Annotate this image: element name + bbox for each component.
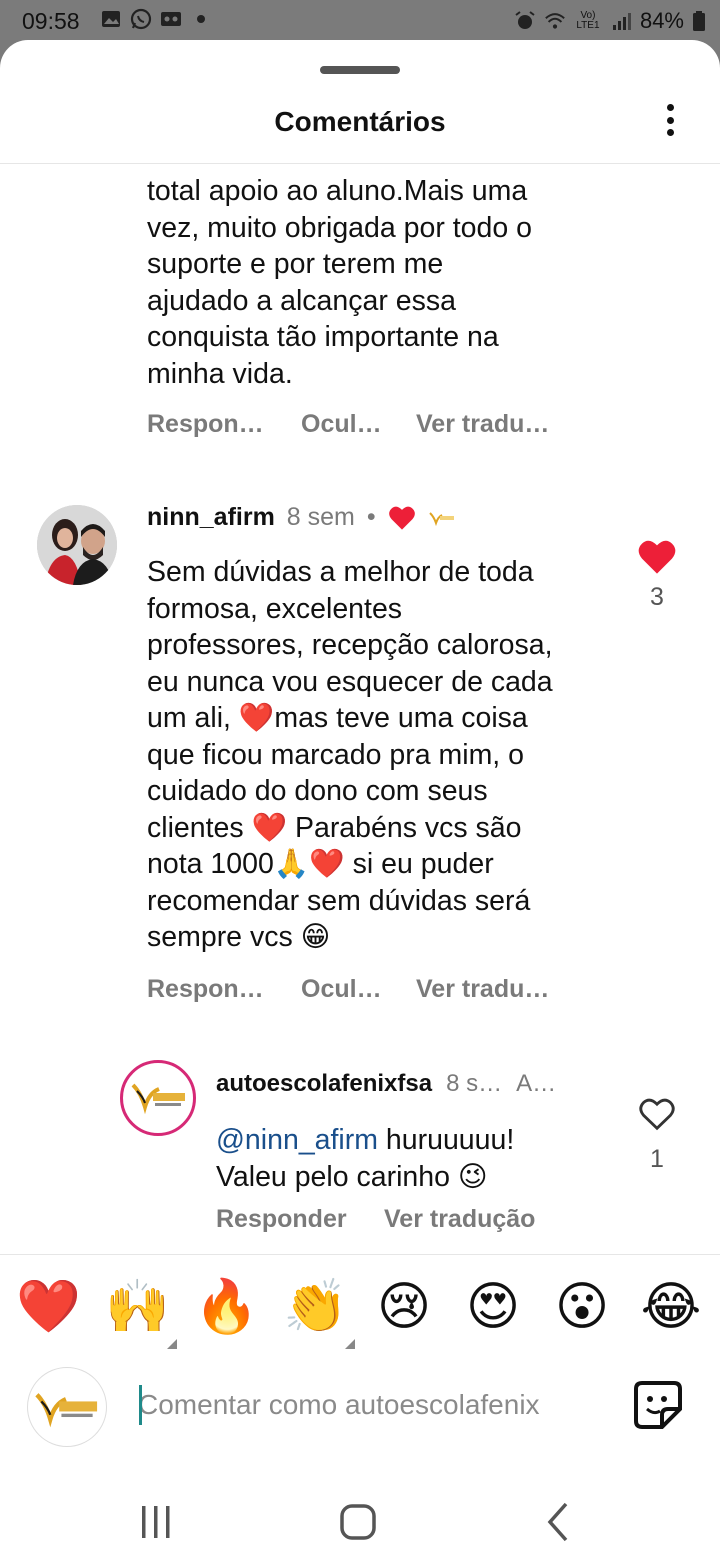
network-label: Vo) LTE1: [576, 10, 600, 31]
wifi-icon: [545, 13, 565, 29]
creator-logo-icon: [428, 511, 454, 526]
fenix-logo-icon: [131, 1083, 185, 1115]
comments-list[interactable]: total apoio ao aluno.Mais uma vez, muito…: [0, 165, 720, 1255]
alarm-icon: [515, 11, 535, 29]
emoji-raised-hands: 🙌: [105, 1278, 170, 1336]
emoji-laughing-button[interactable]: 😂: [639, 1275, 703, 1339]
avatar[interactable]: [120, 1060, 196, 1136]
emoji-clap-button[interactable]: 👏: [283, 1275, 355, 1349]
comment-actions: Respon… Ocul… Ver tradu…: [147, 410, 549, 439]
kebab-dot-icon: [666, 129, 674, 136]
comments-sheet: Comentários total apoio ao aluno.Mais um…: [0, 40, 720, 1560]
notification-dot-icon: [197, 15, 205, 23]
kebab-dot-icon: [666, 116, 674, 124]
reply-button[interactable]: Responder: [216, 1205, 384, 1234]
skin-tone-indicator-icon: [345, 1339, 355, 1349]
comment-actions: Responder Ver tradução: [216, 1205, 535, 1234]
battery-icon: [693, 11, 705, 31]
status-right-icons: Vo) LTE1 84%: [514, 8, 706, 34]
comment-text: @ninn_afirm huruuuuu! Valeu pelo carinho…: [216, 1122, 616, 1195]
fenix-logo-icon: [35, 1393, 98, 1428]
emoji-fire-button[interactable]: 🔥: [194, 1275, 259, 1339]
comment-text: Sem dúvidas a melhor de toda formosa, ex…: [147, 556, 553, 953]
gallery-icon: [102, 11, 120, 27]
separator-dot: •: [366, 503, 376, 531]
sheet-title: Comentários: [274, 106, 446, 137]
like-heart-outline-icon[interactable]: [638, 1095, 676, 1133]
profile-photo-icon: [37, 505, 117, 585]
more-options-button[interactable]: [658, 100, 682, 140]
comment-time: 8 s…: [446, 1070, 503, 1097]
mention-link[interactable]: @ninn_afirm: [216, 1124, 378, 1156]
my-avatar: [27, 1367, 107, 1447]
author-tag: A…: [516, 1070, 557, 1097]
emoji-raised-hands-button[interactable]: 🙌: [105, 1275, 177, 1349]
comment-header: autoescolafenixfsa 8 s… A…: [216, 1070, 556, 1098]
comment-composer: [0, 1365, 720, 1455]
comment-text: total apoio ao aluno.Mais uma vez, muito…: [147, 175, 532, 390]
like-count: 1: [650, 1145, 664, 1173]
reply-button[interactable]: Respon…: [147, 410, 301, 439]
comment-actions: Respon… Ocul… Ver tradu…: [147, 975, 549, 1004]
like-count: 3: [650, 583, 664, 611]
system-navigation-bar: [0, 1480, 720, 1560]
recent-apps-icon[interactable]: [132, 1498, 180, 1546]
comment-time: 8 sem: [286, 503, 355, 531]
avatar[interactable]: [37, 505, 117, 585]
home-icon[interactable]: [334, 1498, 382, 1546]
comment-username[interactable]: autoescolafenixfsa: [216, 1070, 432, 1098]
comment-header: ninn_afirm 8 sem •: [147, 503, 456, 532]
see-translation-button[interactable]: Ver tradu…: [416, 410, 549, 439]
comment-username[interactable]: ninn_afirm: [147, 503, 275, 532]
drag-handle[interactable]: [320, 66, 400, 74]
skin-tone-indicator-icon: [167, 1339, 177, 1349]
sticker-icon[interactable]: [632, 1379, 684, 1431]
see-translation-button[interactable]: Ver tradução: [384, 1205, 535, 1234]
emoji-crying-button[interactable]: 😢: [372, 1275, 436, 1339]
hide-button[interactable]: Ocul…: [301, 410, 416, 439]
signal-icon: [612, 13, 631, 30]
comment-input[interactable]: [138, 1383, 608, 1427]
back-icon[interactable]: [536, 1498, 584, 1546]
status-bar: 09:58 Vo) LTE1 84%: [0, 0, 720, 40]
emoji-surprised-button[interactable]: 😮: [550, 1275, 614, 1339]
reaction-emoji-bar: ❤️ 🙌 🔥 👏 😢 😍 😮 😂: [0, 1275, 720, 1355]
emoji-heart-button[interactable]: ❤️: [16, 1275, 81, 1339]
battery-percent: 84%: [639, 8, 684, 33]
text-cursor: [139, 1385, 142, 1425]
kebab-dot-icon: [666, 104, 674, 111]
emoji-heart-eyes-button[interactable]: 😍: [461, 1275, 525, 1339]
emoji-clap: 👏: [283, 1278, 348, 1336]
whatsapp-icon: [130, 8, 152, 30]
status-time: 09:58: [22, 8, 80, 34]
reply-button[interactable]: Respon…: [147, 975, 301, 1004]
voicemail-icon: [161, 12, 181, 26]
divider: [0, 1254, 720, 1255]
liked-by-creator-heart-icon: [388, 506, 415, 530]
like-heart-filled-icon[interactable]: [637, 537, 677, 577]
hide-button[interactable]: Ocul…: [301, 975, 416, 1004]
status-left-icons: [100, 8, 212, 30]
see-translation-button[interactable]: Ver tradu…: [416, 975, 549, 1004]
sheet-header: Comentários: [0, 96, 720, 164]
